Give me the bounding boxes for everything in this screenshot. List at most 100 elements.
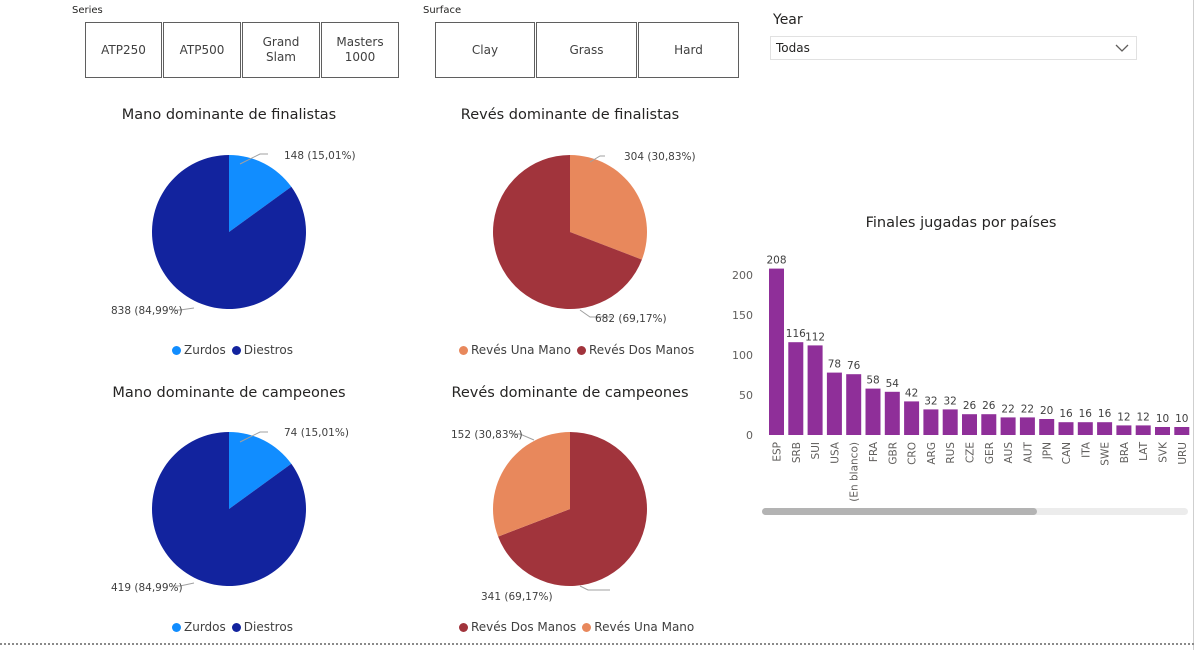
legend-item-diestros[interactable]: Diestros <box>231 620 293 634</box>
x-tick-label: USA <box>829 441 841 464</box>
x-tick-label: AUS <box>1003 442 1015 464</box>
x-tick-label: GBR <box>887 442 899 465</box>
bar-data-label: 10 <box>1175 413 1188 425</box>
legend-item-reves-dos-manos[interactable]: Revés Dos Manos <box>459 620 576 634</box>
bar-data-label: 26 <box>982 400 996 412</box>
x-tick-label: RUS <box>945 442 957 464</box>
legend-label: Zurdos <box>184 620 226 634</box>
bar-svk[interactable] <box>1155 427 1170 435</box>
bar-data-label: 32 <box>944 395 957 407</box>
legend-label: Revés Dos Manos <box>588 343 695 357</box>
bar-data-label: 78 <box>828 359 841 371</box>
scrollbar-thumb[interactable] <box>762 508 1037 515</box>
bar-cze[interactable] <box>962 414 977 435</box>
legend-item-zurdos[interactable]: Zurdos <box>172 343 226 357</box>
bar-data-label: 116 <box>786 328 806 340</box>
legend-item-zurdos[interactable]: Zurdos <box>172 620 226 634</box>
bar-rus[interactable] <box>942 409 958 435</box>
bar-bra[interactable] <box>1116 425 1132 435</box>
x-tick-label: JPN <box>1042 442 1054 460</box>
bar-en-blanco[interactable] <box>846 374 862 435</box>
series-option-masters-1000[interactable]: Masters 1000 <box>321 22 399 78</box>
bar-uru[interactable] <box>1174 427 1190 435</box>
surface-option-grass[interactable]: Grass <box>536 22 637 78</box>
legend-item-reves-una-mano[interactable]: Revés Una Mano <box>459 343 571 357</box>
canvas-right-edge <box>1193 0 1194 650</box>
series-option-grand-slam[interactable]: Grand Slam <box>242 22 320 78</box>
pie-data-label: 682 (69,17%) <box>595 313 667 325</box>
series-option-atp500[interactable]: ATP500 <box>163 22 241 78</box>
pie-finalists-backhand-chart: 304 (30,83%) 682 (69,17%) <box>493 151 696 325</box>
y-tick-label: 50 <box>739 389 753 402</box>
bar-data-label: 16 <box>1098 408 1112 420</box>
pie-champions-backhand-title: Revés dominante de campeones <box>451 385 689 401</box>
y-tick-label: 150 <box>732 309 753 322</box>
pie-champions-backhand-legend: Revés Dos Manos Revés Una Mano <box>459 620 700 634</box>
bar-data-label: 20 <box>1040 405 1053 417</box>
x-tick-label: SWE <box>1100 442 1112 466</box>
x-tick-label: CZE <box>965 442 977 463</box>
y-tick-label: 100 <box>732 349 753 362</box>
bar-ita[interactable] <box>1077 422 1093 435</box>
bar-gbr[interactable] <box>884 391 900 435</box>
x-tick-label: ESP <box>772 442 784 462</box>
x-tick-label: LAT <box>1138 441 1150 460</box>
bar-data-label: 26 <box>963 400 977 412</box>
x-tick-label: FRA <box>868 441 880 462</box>
bar-usa[interactable] <box>826 372 842 435</box>
bar-data-label: 12 <box>1117 411 1130 423</box>
x-tick-label: CRO <box>907 442 919 465</box>
canvas-bottom-edge <box>0 643 1194 645</box>
x-tick-label: URU <box>1177 442 1189 465</box>
bar-lat[interactable] <box>1135 425 1151 435</box>
surface-option-hard[interactable]: Hard <box>638 22 739 78</box>
x-tick-label: (En blanco) <box>849 442 861 502</box>
year-dropdown-value: Todas <box>776 41 810 55</box>
bar-chart: 0 50 100 150 200 208 ESP 116 SRB 112 SUI 78 USA 76 (En… <box>732 255 1190 502</box>
legend-label: Revés Una Mano <box>471 343 571 357</box>
bar-arg[interactable] <box>923 409 939 435</box>
bar-data-label: 54 <box>886 378 900 390</box>
bar-aut[interactable] <box>1019 417 1035 435</box>
pie-data-label: 838 (84,99%) <box>111 305 183 317</box>
pie-finalists-hand-chart: 148 (15,01%) 838 (84,99%) <box>111 150 356 317</box>
bar-swe[interactable] <box>1097 422 1113 435</box>
pie-finalists-hand-legend: Zurdos Diestros <box>172 343 299 357</box>
pie-finalists-hand-title: Mano dominante de finalistas <box>121 107 337 123</box>
legend-dot <box>582 622 592 632</box>
bar-srb[interactable] <box>788 342 804 435</box>
bar-data-label: 10 <box>1156 413 1169 425</box>
bar-can[interactable] <box>1058 422 1074 435</box>
bar-sui[interactable] <box>807 345 823 435</box>
x-tick-label: CAN <box>1061 442 1073 464</box>
x-tick-label: BRA <box>1119 441 1131 463</box>
legend-item-diestros[interactable]: Diestros <box>231 343 293 357</box>
legend-label: Revés Dos Manos <box>471 620 577 634</box>
year-dropdown[interactable]: Todas <box>770 36 1137 60</box>
bar-ger[interactable] <box>981 414 997 435</box>
bar-data-label: 208 <box>766 255 786 267</box>
pie-champions-hand-title: Mano dominante de campeones <box>112 385 346 401</box>
bar-chart-scrollbar[interactable] <box>762 508 1188 515</box>
bar-data-label: 12 <box>1137 411 1150 423</box>
legend-item-reves-dos-manos[interactable]: Revés Dos Manos <box>576 343 695 357</box>
legend-dot <box>231 345 241 355</box>
bar-jpn[interactable] <box>1039 419 1055 435</box>
bar-esp[interactable] <box>769 268 784 435</box>
bar-data-label: 32 <box>924 395 937 407</box>
legend-dot <box>172 622 181 632</box>
surface-option-clay[interactable]: Clay <box>435 22 535 78</box>
pie-data-label: 304 (30,83%) <box>624 151 696 163</box>
legend-item-reves-una-mano[interactable]: Revés Una Mano <box>582 620 694 634</box>
pie-data-label: 341 (69,17%) <box>481 591 553 603</box>
x-tick-label: ARG <box>926 442 938 465</box>
legend-dot <box>172 345 181 355</box>
pie-finalists-backhand-title: Revés dominante de finalistas <box>460 107 680 123</box>
bar-chart-title: Finales jugadas por países <box>865 215 1057 231</box>
bar-data-label: 58 <box>866 375 879 387</box>
bar-cro[interactable] <box>904 401 920 435</box>
series-option-atp250[interactable]: ATP250 <box>85 22 162 78</box>
bar-fra[interactable] <box>865 388 881 435</box>
year-slicer-title: Year <box>773 12 803 28</box>
bar-aus[interactable] <box>1000 417 1016 435</box>
